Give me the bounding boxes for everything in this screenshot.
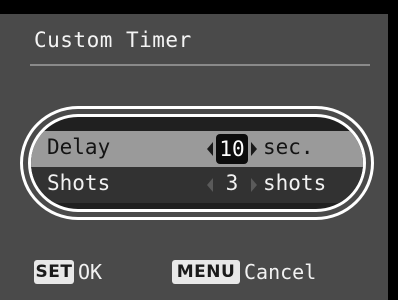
delay-unit: sec. (263, 135, 314, 159)
frame-right-border (388, 0, 398, 300)
delay-value[interactable]: 10 (216, 134, 248, 164)
cancel-label: Cancel (244, 260, 317, 284)
title-divider (30, 64, 370, 66)
decrease-arrow-icon[interactable] (207, 142, 213, 156)
setting-row-delay[interactable]: Delay 10 sec. (31, 131, 363, 167)
ok-label: OK (78, 260, 103, 284)
custom-timer-screen: Custom Timer Delay 10 sec. Shots 3 shots… (0, 14, 388, 300)
shots-value[interactable]: 3 (216, 171, 248, 195)
increase-arrow-icon[interactable] (251, 178, 257, 192)
decrease-arrow-icon[interactable] (207, 178, 213, 192)
settings-panel: Delay 10 sec. Shots 3 shots (28, 114, 366, 212)
shots-unit: shots (263, 171, 327, 195)
page-title: Custom Timer (34, 28, 192, 52)
menu-button-badge[interactable]: MENU (172, 260, 240, 284)
increase-arrow-icon[interactable] (251, 142, 257, 156)
frame-top-border (0, 0, 398, 14)
setting-label-delay: Delay (47, 135, 111, 159)
setting-row-shots[interactable]: Shots 3 shots (31, 167, 363, 203)
set-button-badge[interactable]: SET (34, 260, 74, 284)
setting-label-shots: Shots (47, 171, 111, 195)
